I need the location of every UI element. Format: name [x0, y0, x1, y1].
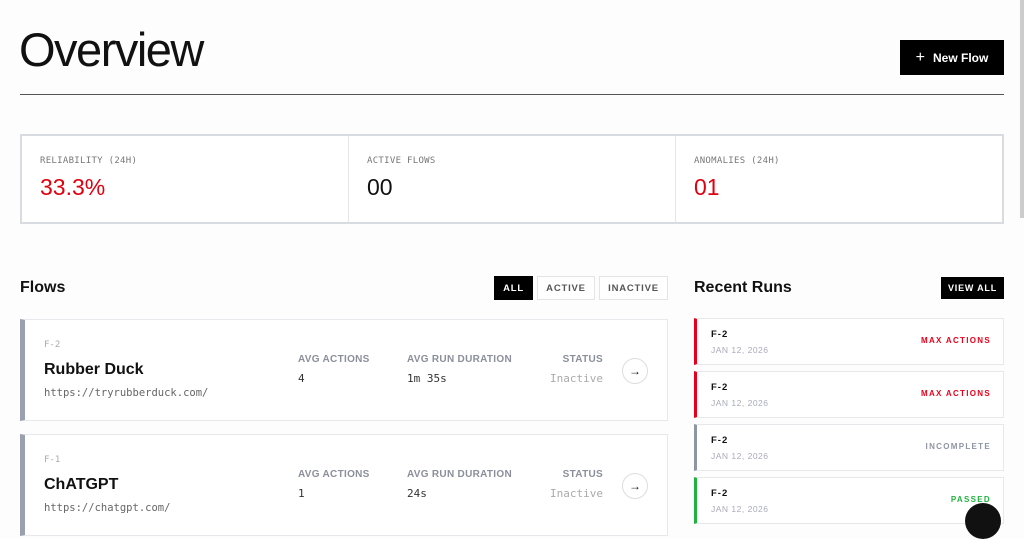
run-date: JAN 12, 2026 — [711, 398, 769, 408]
stat-label: ANOMALIES (24H) — [694, 156, 780, 166]
avg-actions-value: 4 — [298, 372, 305, 385]
new-flow-label: New Flow — [933, 50, 989, 65]
stat-label: RELIABILITY (24H) — [40, 156, 138, 166]
stat-value: 01 — [694, 174, 720, 200]
new-flow-button[interactable]: + New Flow — [900, 40, 1004, 75]
stat-label: ACTIVE FLOWS — [367, 156, 436, 166]
flow-card[interactable]: F-1 ChATGPT https://chatgpt.com/ AVG ACT… — [20, 434, 668, 536]
status-label: STATUS — [562, 354, 603, 365]
run-date: JAN 12, 2026 — [711, 504, 769, 514]
run-card[interactable]: F-2 JAN 12, 2026 PASSED — [694, 477, 1004, 524]
stat-reliability: RELIABILITY (24H) 33.3% — [22, 136, 349, 222]
floating-action-button[interactable] — [965, 503, 1001, 539]
flow-name: ChATGPT — [44, 476, 119, 493]
run-status: MAX ACTIONS — [920, 336, 991, 345]
avg-duration-value: 24s — [407, 487, 427, 500]
avg-actions-value: 1 — [298, 487, 305, 500]
run-card[interactable]: F-2 JAN 12, 2026 MAX ACTIONS — [694, 371, 1004, 418]
stat-active-flows: ACTIVE FLOWS 00 — [349, 136, 676, 222]
filter-inactive[interactable]: INACTIVE — [599, 276, 668, 300]
avg-duration-label: AVG RUN DURATION — [407, 469, 512, 480]
plus-icon: + — [915, 48, 925, 66]
run-status: MAX ACTIONS — [920, 389, 991, 398]
run-date: JAN 12, 2026 — [711, 451, 769, 461]
stats-panel: RELIABILITY (24H) 33.3% ACTIVE FLOWS 00 AN… — [20, 134, 1004, 224]
status-label: STATUS — [562, 469, 603, 480]
run-flow-id: F-2 — [711, 435, 729, 446]
view-all-button[interactable]: VIEW ALL — [941, 277, 1004, 299]
filter-all[interactable]: ALL — [494, 276, 533, 300]
run-flow-id: F-2 — [711, 329, 729, 340]
page-title: Overview — [19, 23, 204, 76]
avg-actions-label: AVG ACTIONS — [298, 469, 370, 480]
run-card[interactable]: F-2 JAN 12, 2026 INCOMPLETE — [694, 424, 1004, 471]
run-date: JAN 12, 2026 — [711, 345, 769, 355]
run-flow-id: F-2 — [711, 382, 729, 393]
run-status: INCOMPLETE — [925, 442, 991, 451]
flow-url: https://tryrubberduck.com/ — [44, 387, 209, 399]
stat-value: 33.3% — [40, 174, 106, 200]
avg-actions-label: AVG ACTIONS — [298, 354, 370, 365]
run-card[interactable]: F-2 JAN 12, 2026 MAX ACTIONS — [694, 318, 1004, 365]
scrollbar[interactable] — [1020, 0, 1024, 218]
arrow-right-icon[interactable]: → — [622, 473, 648, 499]
status-value: Inactive — [550, 487, 603, 500]
avg-duration-label: AVG RUN DURATION — [407, 354, 512, 365]
flow-id: F-1 — [44, 455, 61, 465]
flows-heading: Flows — [20, 279, 66, 296]
flow-id: F-2 — [44, 340, 61, 350]
run-flow-id: F-2 — [711, 488, 729, 499]
arrow-right-icon[interactable]: → — [622, 358, 648, 384]
flow-card[interactable]: F-2 Rubber Duck https://tryrubberduck.co… — [20, 319, 668, 421]
avg-duration-value: 1m 35s — [407, 372, 447, 385]
filter-active[interactable]: ACTIVE — [537, 276, 595, 300]
status-value: Inactive — [550, 372, 603, 385]
divider — [20, 94, 1004, 95]
stat-value: 00 — [367, 174, 393, 200]
recent-runs-heading: Recent Runs — [694, 279, 792, 296]
flow-name: Rubber Duck — [44, 361, 144, 378]
stat-anomalies: ANOMALIES (24H) 01 — [676, 136, 1002, 222]
flow-url: https://chatgpt.com/ — [44, 502, 171, 514]
